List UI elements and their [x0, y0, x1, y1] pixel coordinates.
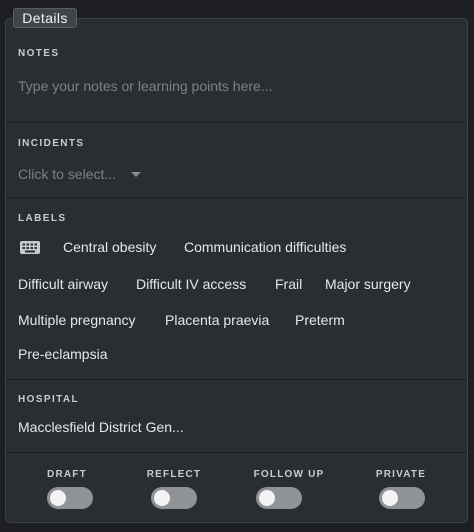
divider [6, 452, 467, 453]
divider [6, 197, 467, 198]
reflect-toggle-label: REFLECT [146, 469, 202, 480]
chevron-down-icon [131, 171, 142, 177]
label-chip[interactable]: Placenta praevia [165, 312, 269, 328]
label-chip[interactable]: Frail [275, 276, 302, 292]
details-panel: NOTES INCIDENTS Click to select... LABEL… [5, 18, 468, 523]
reflect-toggle[interactable] [151, 487, 197, 509]
label-chip[interactable]: Difficult airway [18, 276, 108, 292]
labels-section-title: LABELS [18, 213, 67, 224]
divider [6, 379, 467, 380]
incidents-select-placeholder: Click to select... [18, 166, 117, 182]
incidents-section-title: INCIDENTS [18, 138, 85, 149]
label-chip[interactable]: Difficult IV access [136, 276, 246, 292]
draft-toggle[interactable] [47, 487, 93, 509]
divider [6, 122, 467, 123]
hospital-select[interactable]: Macclesfield District Gen... [18, 419, 184, 435]
private-toggle[interactable] [379, 487, 425, 509]
label-chip[interactable]: Preterm [295, 312, 345, 328]
toggle-knob [50, 490, 66, 506]
details-tab-label: Details [13, 8, 77, 28]
draft-toggle-label: DRAFT [47, 469, 87, 480]
notes-section-title: NOTES [18, 48, 60, 59]
private-toggle-label: PRIVATE [375, 469, 427, 480]
toggle-knob [259, 490, 275, 506]
toggle-knob [382, 490, 398, 506]
hospital-section-title: HOSPITAL [18, 394, 80, 405]
follow-up-toggle[interactable] [256, 487, 302, 509]
label-chip[interactable]: Communication difficulties [184, 239, 346, 255]
notes-input[interactable] [18, 75, 448, 97]
label-chip[interactable]: Pre-eclampsia [18, 346, 107, 362]
incidents-select[interactable]: Click to select... [18, 163, 142, 185]
follow-up-toggle-label: FOLLOW UP [253, 469, 325, 480]
label-chip[interactable]: Central obesity [63, 239, 156, 255]
label-chip[interactable]: Multiple pregnancy [18, 312, 136, 328]
label-chip[interactable]: Major surgery [325, 276, 411, 292]
toggle-knob [154, 490, 170, 506]
keyboard-icon[interactable] [19, 239, 41, 256]
